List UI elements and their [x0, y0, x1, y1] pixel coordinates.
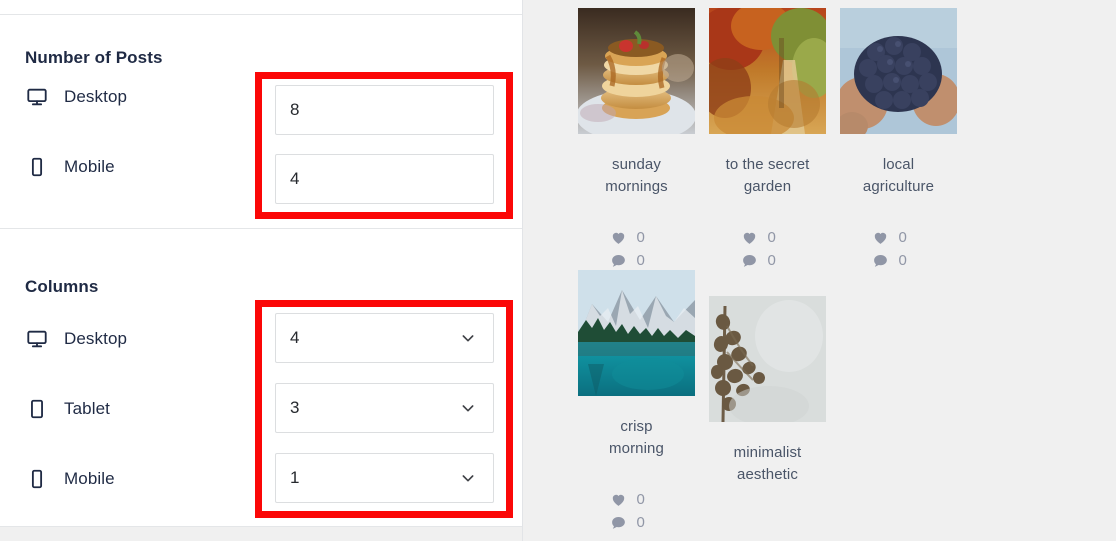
post-title[interactable]: to the secret garden	[725, 154, 811, 198]
post-thumbnail[interactable]	[578, 270, 695, 396]
post-title[interactable]: sunday mornings	[594, 154, 680, 198]
tablet-icon	[25, 397, 49, 421]
posts-mobile-input[interactable]: 4	[275, 154, 494, 204]
setting-label-posts-mobile: Mobile	[64, 157, 115, 176]
desktop-icon	[25, 85, 49, 109]
post-card[interactable]: local agriculture 0 0	[833, 8, 964, 270]
post-card[interactable]: sunday mornings 0 0	[571, 8, 702, 270]
mobile-icon	[25, 467, 49, 491]
columns-desktop-select[interactable]: 4	[275, 313, 494, 363]
setting-label-columns-tablet: Tablet	[64, 399, 110, 418]
setting-label-posts-desktop: Desktop	[64, 87, 128, 106]
setting-label-columns-desktop: Desktop	[64, 329, 128, 348]
post-title[interactable]: minimalist aesthetic	[725, 442, 811, 486]
number-of-posts-fields: 8 4	[275, 85, 494, 204]
posts-desktop-input[interactable]: 8	[275, 85, 494, 135]
post-stats: 0 0	[594, 228, 680, 270]
comment-stat: 0	[610, 251, 645, 270]
post-thumbnail[interactable]	[578, 8, 695, 134]
setting-row-posts-mobile: Mobile	[25, 155, 115, 179]
columns-tablet-value: 3	[290, 398, 300, 417]
post-card[interactable]: minimalist aesthetic	[702, 296, 833, 532]
comment-count: 0	[898, 252, 907, 269]
settings-panel: Number of Posts Desktop Mobile Columns D…	[0, 0, 523, 541]
post-grid-preview: sunday mornings 0 0 to the secret garden…	[523, 0, 1116, 541]
columns-desktop-value: 4	[290, 328, 300, 347]
chevron-down-icon	[460, 400, 476, 416]
post-grid: sunday mornings 0 0 to the secret garden…	[571, 8, 1071, 532]
comment-icon	[610, 514, 627, 531]
setting-row-columns-mobile: Mobile	[25, 467, 115, 491]
columns-mobile-select[interactable]: 1	[275, 453, 494, 503]
post-stats: 0 0	[856, 228, 942, 270]
like-stat: 0	[610, 228, 645, 247]
desktop-icon	[25, 327, 49, 351]
setting-label-columns-mobile: Mobile	[64, 469, 115, 488]
comment-count: 0	[636, 252, 645, 269]
heart-icon	[741, 229, 758, 246]
like-count: 0	[767, 229, 776, 246]
heart-icon	[610, 491, 627, 508]
post-thumbnail[interactable]	[840, 8, 957, 134]
post-card[interactable]: to the secret garden 0 0	[702, 8, 833, 270]
like-stat: 0	[610, 490, 645, 509]
post-stats: 0 0	[594, 490, 680, 532]
setting-row-columns-desktop: Desktop	[25, 327, 127, 351]
setting-row-posts-desktop: Desktop	[25, 85, 127, 109]
comment-icon	[741, 252, 758, 269]
like-count: 0	[636, 229, 645, 246]
heart-icon	[610, 229, 627, 246]
columns-tablet-select[interactable]: 3	[275, 383, 494, 433]
section-title-number-of-posts: Number of Posts	[25, 48, 163, 67]
chevron-down-icon	[460, 470, 476, 486]
comment-stat: 0	[610, 513, 645, 532]
comment-stat: 0	[872, 251, 907, 270]
post-card[interactable]: crisp morning 0 0	[571, 270, 702, 532]
like-stat: 0	[741, 228, 776, 247]
like-stat: 0	[872, 228, 907, 247]
columns-fields: 4 3 1	[275, 313, 494, 503]
comment-count: 0	[636, 514, 645, 531]
post-title[interactable]: crisp morning	[594, 416, 680, 460]
setting-row-columns-tablet: Tablet	[25, 397, 110, 421]
comment-count: 0	[767, 252, 776, 269]
post-stats: 0 0	[725, 228, 811, 270]
like-count: 0	[898, 229, 907, 246]
comment-stat: 0	[741, 251, 776, 270]
section-title-columns: Columns	[25, 277, 99, 296]
post-thumbnail[interactable]	[709, 296, 826, 422]
mobile-icon	[25, 155, 49, 179]
heart-icon	[872, 229, 889, 246]
columns-mobile-value: 1	[290, 468, 300, 487]
comment-icon	[610, 252, 627, 269]
panel-footer-strip	[0, 527, 522, 541]
post-thumbnail[interactable]	[709, 8, 826, 134]
chevron-down-icon	[460, 330, 476, 346]
post-grid-settings-screen: Number of Posts Desktop Mobile Columns D…	[0, 0, 1116, 541]
post-title[interactable]: local agriculture	[856, 154, 942, 198]
comment-icon	[872, 252, 889, 269]
like-count: 0	[636, 491, 645, 508]
